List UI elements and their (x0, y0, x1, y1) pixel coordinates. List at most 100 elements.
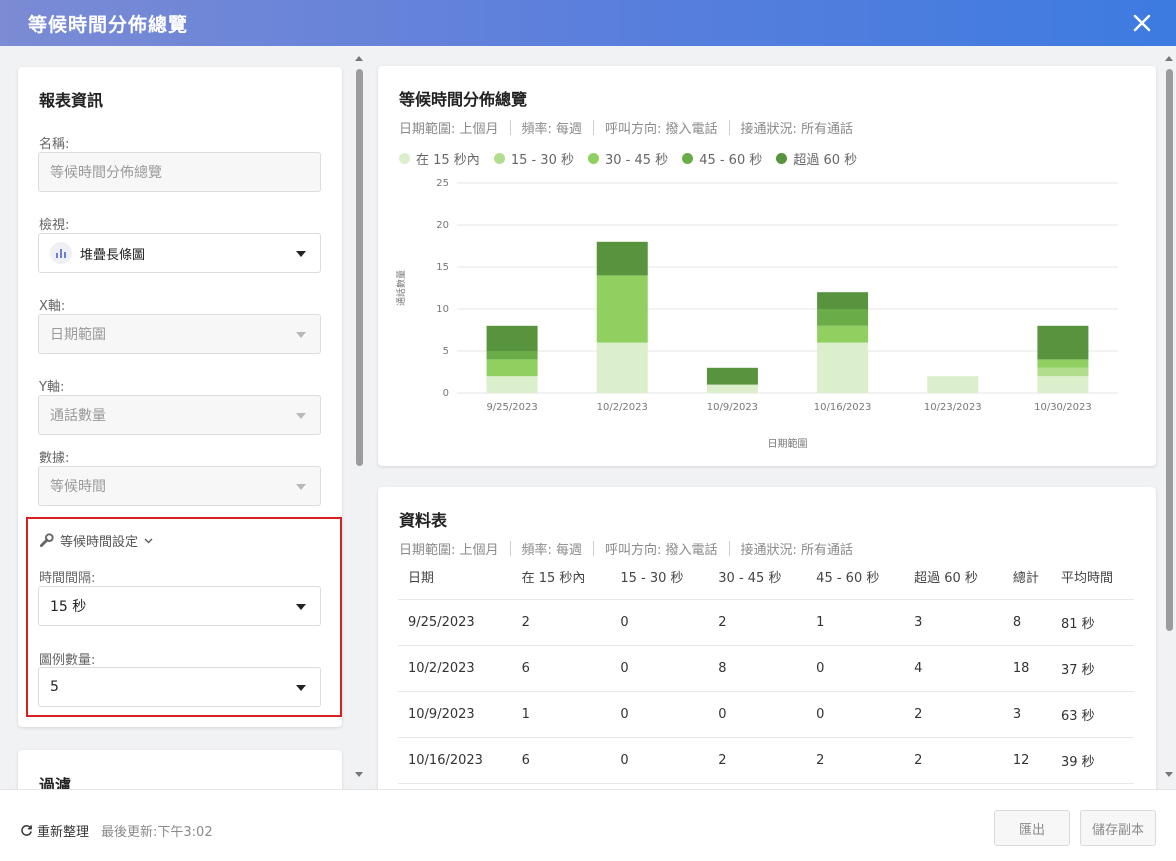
close-button[interactable] (1128, 9, 1156, 37)
table-cell: 10/2/2023 (398, 645, 512, 692)
table-cell: 37 秒 (1050, 645, 1134, 692)
export-button[interactable]: 匯出 (994, 810, 1070, 846)
table-cell: 10/9/2023 (398, 691, 512, 738)
bar-segment[interactable] (706, 367, 758, 385)
legend-count-select[interactable]: 5 (38, 667, 321, 707)
bar-segment[interactable] (706, 384, 758, 393)
chevron-down-icon (296, 484, 306, 490)
chevron-down-icon (296, 251, 306, 257)
meta-date-range: 日期範圍: 上個月 (399, 122, 499, 137)
table-cell: 3 (904, 599, 1003, 646)
bar-segment[interactable] (927, 376, 979, 393)
bar-segment[interactable] (1037, 376, 1089, 393)
scroll-up-icon[interactable] (355, 56, 363, 61)
bar-segment[interactable] (1037, 325, 1089, 360)
left-scroll-thumb[interactable] (356, 69, 363, 466)
bar-segment[interactable] (1037, 367, 1089, 377)
view-label: 檢視: (39, 218, 70, 233)
settings-label: 等候時間設定 (60, 535, 139, 550)
x-tick-label: 10/16/2023 (814, 402, 872, 413)
table-cell: 2 (708, 599, 807, 646)
view-value: 堆疊長條圖 (80, 247, 146, 263)
table-cell: 8 (708, 645, 807, 692)
chevron-down-icon (296, 413, 306, 419)
x-tick-label: 10/30/2023 (1034, 402, 1092, 413)
column-header[interactable]: 45 - 60 秒 (806, 555, 905, 600)
chart-title: 等候時間分佈總覽 (399, 90, 528, 109)
y-tick-label: 10 (436, 304, 449, 315)
x-tick-label: 9/25/2023 (486, 402, 537, 413)
table-row: 10/16/2023 6 0 2 2 2 12 39 秒 (398, 737, 1134, 784)
bar-segment[interactable] (486, 359, 538, 377)
x-tick-label: 10/9/2023 (707, 402, 758, 413)
meta-frequency: 頻率: 每週 (521, 122, 583, 137)
left-scrollbar[interactable] (353, 56, 365, 780)
xaxis-value: 日期範圍 (50, 327, 106, 343)
bar-segment[interactable] (817, 325, 869, 343)
wait-time-settings-toggle[interactable]: 等候時間設定 (39, 531, 153, 550)
bar-segment[interactable] (817, 309, 869, 326)
column-header[interactable]: 30 - 45 秒 (708, 555, 807, 600)
table-cell: 2 (511, 599, 611, 646)
stacked-bar-chart: 0 5 10 15 20 25 9/25/2023 10/2/2023 10/9/2023 10/… (395, 178, 1118, 450)
table-cell: 2 (708, 737, 807, 784)
refresh-button[interactable]: 重新整理 最後更新:下午3:02 (20, 821, 213, 840)
yaxis-label: Y軸: (39, 380, 65, 395)
wrench-icon (39, 533, 54, 548)
x-axis-title: 日期範圍 (768, 437, 808, 450)
filter-title: 過濾 (39, 776, 72, 789)
legend-dot (399, 153, 410, 164)
column-header[interactable]: 超過 60 秒 (904, 555, 1003, 600)
table-cell: 39 秒 (1050, 737, 1134, 784)
bar-segment[interactable] (486, 376, 538, 393)
table-cell: 0 (708, 691, 807, 738)
table-cell: 18 (1002, 645, 1051, 692)
bar-segment[interactable] (596, 275, 648, 343)
right-scroll-thumb[interactable] (1166, 69, 1173, 631)
table-cell: 0 (610, 645, 709, 692)
table-row: 10/9/2023 1 0 0 0 2 3 63 秒 (398, 691, 1134, 738)
bar-segment[interactable] (596, 241, 648, 276)
chevron-down-icon (296, 604, 306, 610)
name-field[interactable]: 等候時間分佈總覽 (38, 152, 321, 192)
refresh-icon (21, 825, 32, 836)
view-select[interactable]: 堆疊長條圖 (38, 233, 321, 273)
chevron-down-icon (296, 685, 306, 691)
scroll-up-icon[interactable] (1165, 56, 1173, 61)
column-header[interactable]: 平均時間 (1050, 555, 1134, 600)
interval-value: 15 秒 (50, 599, 87, 615)
footer-bar: 重新整理 最後更新:下午3:02 匯出 儲存副本 (0, 789, 1176, 861)
interval-select[interactable]: 15 秒 (38, 586, 321, 626)
bar-segment[interactable] (817, 292, 869, 309)
column-header[interactable]: 15 - 30 秒 (610, 555, 709, 600)
column-header[interactable]: 總計 (1002, 555, 1051, 600)
left-panel: 報表資訊 名稱: 等候時間分佈總覽 檢視: 堆疊長條圖 X軸: 日期範圍 Y軸:… (0, 46, 352, 789)
table-cell: 10/16/2023 (398, 737, 512, 784)
yaxis-value: 通話數量 (50, 408, 106, 424)
bar-segment[interactable] (486, 325, 538, 351)
table-cell: 1 (806, 599, 905, 646)
table-cell: 0 (610, 737, 709, 784)
chart-card: 等候時間分佈總覽 日期範圍: 上個月 頻率: 每週 呼叫方向: 撥入電話 接通狀… (378, 66, 1156, 466)
x-tick-label: 10/23/2023 (924, 402, 982, 413)
bar-segment[interactable] (596, 342, 648, 393)
column-header[interactable]: 在 15 秒內 (511, 555, 611, 600)
meta-direction: 呼叫方向: 撥入電話 (605, 122, 718, 137)
chevron-down-icon (296, 332, 306, 338)
save-copy-button[interactable]: 儲存副本 (1080, 810, 1156, 846)
table-title: 資料表 (399, 511, 448, 530)
bar-segment[interactable] (1037, 359, 1089, 368)
data-label: 數據: (39, 451, 70, 466)
xaxis-select[interactable]: 日期範圍 (38, 314, 321, 354)
column-header[interactable]: 日期 (398, 555, 512, 600)
yaxis-select[interactable]: 通話數量 (38, 395, 321, 435)
report-info-title: 報表資訊 (39, 91, 104, 110)
right-scrollbar[interactable] (1163, 56, 1175, 780)
table-row: 10/2/2023 6 0 8 0 4 18 37 秒 (398, 645, 1134, 692)
scroll-down-icon[interactable] (355, 772, 363, 777)
bar-segment[interactable] (817, 342, 869, 393)
data-select[interactable]: 等候時間 (38, 466, 321, 506)
scroll-down-icon[interactable] (1165, 772, 1173, 777)
bar-segment[interactable] (486, 351, 538, 360)
table-cell: 1 (511, 691, 611, 738)
